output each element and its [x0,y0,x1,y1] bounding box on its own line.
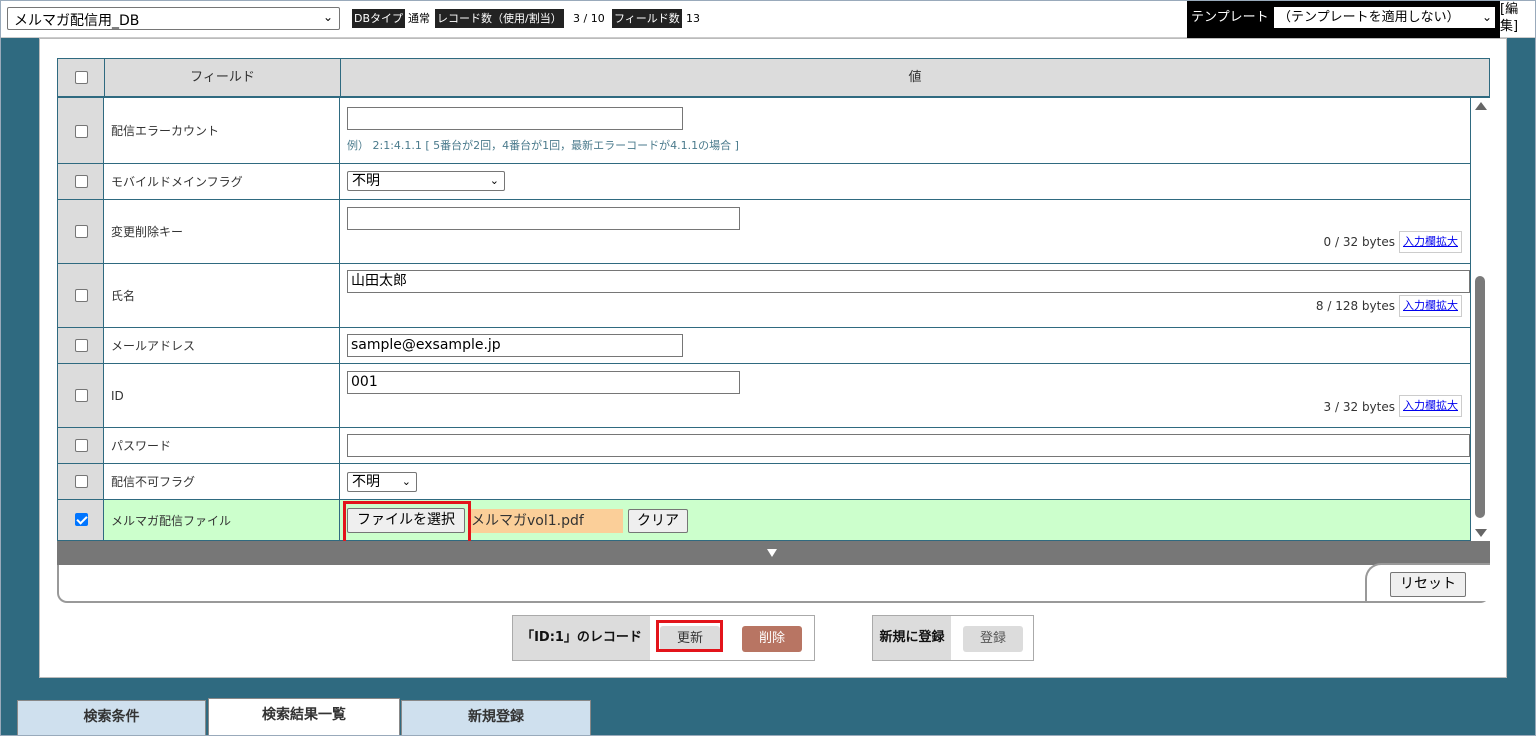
bottom-tabs: 検索条件 検索結果一覧 新規登録 [0,698,1536,736]
field-label: メールアドレス [104,328,340,363]
chevron-down-icon: ⌄ [322,10,333,24]
field-label: メルマガ配信ファイル [104,500,340,540]
field-label: 変更削除キー [104,200,340,263]
email-input[interactable]: sample@exsample.jp [347,334,683,357]
password-input[interactable] [347,434,1470,457]
scroll-thumb[interactable] [1475,276,1485,518]
delivery-disabled-flag-select[interactable]: 不明 ⌄ [347,472,417,492]
field-count-label: フィールド数 [612,9,682,28]
tab-new-registration[interactable]: 新規登録 [401,700,591,736]
row-checkbox[interactable] [75,389,88,402]
database-select[interactable]: メルマガ配信用_DB ⌄ [7,7,340,30]
error-count-input[interactable] [347,107,683,130]
select-value: 不明 [352,474,380,490]
record-count-value: 3 / 10 [571,9,607,28]
header-field: フィールド [105,59,341,97]
row-checkbox[interactable] [75,225,88,238]
byte-counter: 0 / 32 bytes [1323,235,1395,249]
triangle-down-icon [767,549,777,557]
database-select-value: メルマガ配信用_DB [14,13,140,29]
table-row: モバイルドメインフラグ 不明 ⌄ [57,164,1471,200]
new-record-actions: 新規に登録 登録 [872,615,1034,661]
header-check-cell [58,59,105,97]
field-label: モバイルドメインフラグ [104,164,340,199]
new-record-label: 新規に登録 [873,616,951,660]
template-edit-link[interactable]: [編集] [1500,1,1528,35]
select-all-checkbox[interactable] [75,71,88,84]
highlight-frame-file [343,501,471,544]
row-checkbox[interactable] [75,475,88,488]
field-label: 配信不可フラグ [104,464,340,499]
table-row: メールアドレス sample@exsample.jp [57,328,1471,364]
tab-search-conditions[interactable]: 検索条件 [17,700,206,736]
expand-input-link[interactable]: 入力欄拡大 [1399,395,1462,417]
mobile-domain-flag-select[interactable]: 不明 ⌄ [347,171,505,191]
row-checkbox[interactable] [75,339,88,352]
field-label: パスワード [104,428,340,463]
change-delete-key-input[interactable] [347,207,740,230]
tab-search-results[interactable]: 検索結果一覧 [208,698,400,736]
db-type-label: DBタイプ [352,9,406,28]
field-label: 配信エラーカウント [104,98,340,163]
chevron-down-icon: ⌄ [1481,10,1492,24]
field-count-value: 13 [684,9,702,28]
table-row: 氏名 山田太郎 8 / 128 bytes 入力欄拡大 [57,264,1471,328]
header-value: 値 [908,70,922,85]
scroll-down-arrow-icon[interactable] [1475,529,1487,537]
record-count-label: レコード数（使用/割当） [435,9,564,28]
field-label: ID [104,364,340,427]
selected-file-name: メルマガvol1.pdf [468,509,623,533]
row-checkbox[interactable] [75,289,88,302]
delete-button[interactable]: 削除 [742,626,802,652]
table-row: パスワード [57,428,1471,464]
expand-table-bar[interactable] [57,541,1490,565]
expand-input-link[interactable]: 入力欄拡大 [1399,295,1462,317]
table-row: 配信不可フラグ 不明 ⌄ [57,464,1471,500]
reset-button[interactable]: リセット [1390,572,1466,597]
chevron-down-icon: ⌄ [401,475,411,488]
record-label: 「ID:1」のレコード [513,616,650,660]
table-row: 配信エラーカウント 例） 2:1:4.1.1 [ 5番台が2回，4番台が1回，最… [57,98,1471,164]
byte-counter: 3 / 32 bytes [1323,400,1395,414]
field-label: 氏名 [104,264,340,327]
byte-counter: 8 / 128 bytes [1315,299,1395,313]
table-scrollbar[interactable] [1471,98,1490,541]
scroll-up-arrow-icon[interactable] [1475,102,1487,110]
name-input[interactable]: 山田太郎 [347,270,1470,293]
row-checkbox-checked[interactable] [75,513,88,526]
template-select[interactable]: （テンプレートを適用しない） ⌄ [1274,7,1495,28]
error-count-hint: 例） 2:1:4.1.1 [ 5番台が2回，4番台が1回，最新エラーコードが4.… [347,139,739,152]
row-checkbox[interactable] [75,175,88,188]
clear-file-button[interactable]: クリア [628,509,688,533]
row-checkbox[interactable] [75,125,88,138]
expand-input-link[interactable]: 入力欄拡大 [1399,231,1462,253]
table-row: メルマガ配信ファイル ファイルを選択 メルマガvol1.pdf クリア [57,500,1471,541]
template-select-value: （テンプレートを適用しない） [1278,10,1460,25]
id-input[interactable]: 001 [347,371,740,394]
table-row: 変更削除キー 0 / 32 bytes 入力欄拡大 [57,200,1471,264]
db-type-value: 通常 [406,9,432,28]
table-row: ID 001 3 / 32 bytes 入力欄拡大 [57,364,1471,428]
row-checkbox[interactable] [75,439,88,452]
highlight-frame-update [656,620,723,652]
table-header: フィールド 値 [57,58,1490,98]
table-footer [57,563,1490,603]
chevron-down-icon: ⌄ [489,174,499,187]
select-value: 不明 [352,173,380,189]
template-label: テンプレート [1191,10,1269,25]
register-button[interactable]: 登録 [963,626,1023,652]
